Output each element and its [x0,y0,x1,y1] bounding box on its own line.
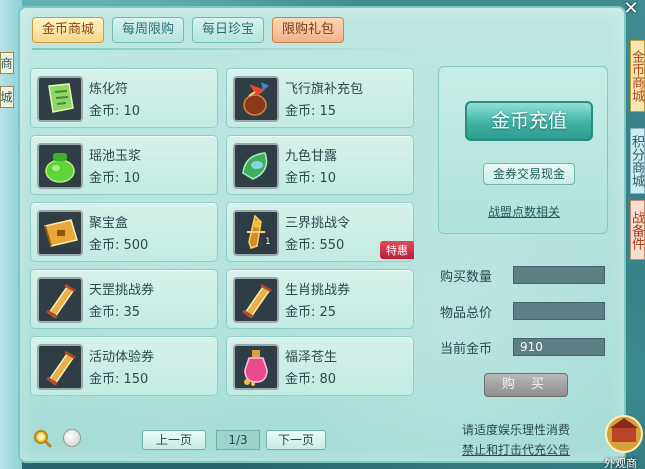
item-card[interactable]: 生肖挑战券 金币: 25 [226,269,414,329]
consumption-notice: 请适度娱乐理性消费 [462,423,571,437]
item-card[interactable]: 九色甘露 金币: 10 [226,135,414,195]
talisman-icon [37,76,83,122]
item-price: 金币: 80 [285,372,337,387]
item-card[interactable]: 福泽苍生 金币: 80 [226,336,414,396]
flag-pack-icon [233,76,279,122]
item-price: 金币: 10 [89,171,141,186]
current-gold-field: 910 [513,338,605,356]
anti-proxy-notice-link[interactable]: 禁止和打击代充公告 [462,441,570,458]
jade-jar-icon [37,143,83,189]
page-indicator: 1/3 [216,430,260,450]
tab-daily-treasure[interactable]: 每日珍宝 [192,17,265,43]
shop-panel: 金币商城 每周限购 每日珍宝 限购礼包 炼化符 金币: 10 飞行旗补充包 金币… [18,6,626,463]
item-name: 九色甘露 [285,149,338,164]
item-name: 天罡挑战券 [89,283,155,298]
item-card[interactable]: 飞行旗补充包 金币: 15 [226,68,414,128]
scroll-icon [37,344,83,390]
item-name: 生肖挑战券 [285,283,351,298]
scroll-icon [233,277,279,323]
item-card[interactable]: 聚宝盒 金币: 500 [30,202,218,262]
quantity-input[interactable] [513,266,605,284]
item-price: 金币: 10 [285,171,337,186]
item-card[interactable]: 炼化符 金币: 10 [30,68,218,128]
item-card[interactable]: 天罡挑战券 金币: 35 [30,269,218,329]
item-price: 金币: 10 [89,104,141,119]
buy-button[interactable]: 购 买 [484,373,568,397]
item-quantity: 1 [265,237,271,247]
item-name: 活动体验券 [89,350,155,365]
item-name: 瑶池玉浆 [89,149,142,164]
recharge-panel: 金币充值 金券交易现金 战盟点数相关 [438,66,608,234]
item-price: 金币: 150 [89,372,149,387]
total-price-field [513,302,605,320]
treasure-box-icon [37,210,83,256]
item-grid: 炼化符 金币: 10 飞行旗补充包 金币: 15 瑶池玉浆 金币: 10 九色甘… [30,68,414,396]
item-name: 福泽苍生 [285,350,338,365]
dew-icon [233,143,279,189]
tab-gold-shop[interactable]: 金币商城 [32,17,105,43]
item-card[interactable]: 活动体验券 金币: 150 [30,336,218,396]
side-tab-gold-shop[interactable]: 金币商城 [629,40,645,112]
prev-page-button[interactable]: 上一页 [142,430,206,450]
tab-limited-gift[interactable]: 限购礼包 [272,17,345,43]
tab-weekly-limit[interactable]: 每周限购 [112,17,185,43]
guild-points-link[interactable]: 战盟点数相关 [439,203,609,220]
left-tab-bottom[interactable]: 城 [0,86,14,108]
item-price: 金币: 15 [285,104,337,119]
item-name: 飞行旗补充包 [285,82,364,97]
item-card[interactable]: 瑶池玉浆 金币: 10 [30,135,218,195]
magnifier-icon[interactable] [33,429,53,449]
current-gold-label: 当前金币 [440,342,493,357]
discount-badge: 特惠 [380,241,414,259]
quantity-label: 购买数量 [440,270,493,285]
item-name: 三界挑战令 [285,216,351,231]
next-page-button[interactable]: 下一页 [266,430,326,450]
toggle-dot-button[interactable] [63,429,81,447]
potion-icon [233,344,279,390]
left-tab-top[interactable]: 商 [0,52,14,74]
item-price: 金币: 35 [89,305,141,320]
token-icon [233,210,279,256]
tab-underline [32,48,422,50]
gold-recharge-button[interactable]: 金币充值 [465,101,593,141]
item-name: 炼化符 [89,82,129,97]
side-tab-war-supplies[interactable]: 战备件 [629,200,645,260]
voucher-exchange-button[interactable]: 金券交易现金 [483,163,575,185]
side-tab-points-shop[interactable]: 积分商城 [629,128,645,194]
item-price: 金币: 550 [285,238,345,253]
item-name: 聚宝盒 [89,216,129,231]
close-icon[interactable]: ✕ [617,0,645,20]
item-card[interactable]: 1 三界挑战令 金币: 550 特惠 [226,202,414,262]
item-price: 金币: 25 [285,305,337,320]
scroll-icon [37,277,83,323]
appearance-shop-label: 外观商 [604,457,637,469]
item-price: 金币: 500 [89,238,149,253]
total-price-label: 物品总价 [440,306,493,321]
tab-bar: 金币商城 每周限购 每日珍宝 限购礼包 [32,17,345,43]
